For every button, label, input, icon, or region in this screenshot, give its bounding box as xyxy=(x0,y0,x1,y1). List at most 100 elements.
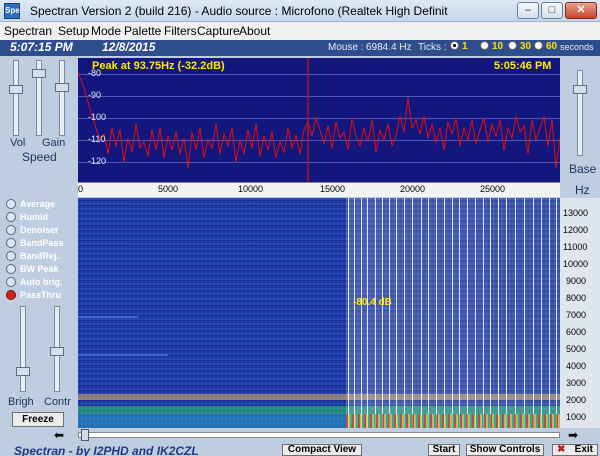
contrast-slider-thumb[interactable] xyxy=(50,347,64,356)
waterfall-freq-label: 5000 xyxy=(566,344,587,354)
radio-icon xyxy=(508,41,517,50)
speed-slider[interactable] xyxy=(55,60,69,136)
speed-slider-thumb[interactable] xyxy=(55,83,69,92)
tick-option-10[interactable]: 10 xyxy=(480,41,503,54)
waterfall-line xyxy=(556,198,557,428)
credits: Spectran - by I2PHD and IK2CZL xyxy=(14,444,199,456)
arrow-right-icon[interactable]: ➡ xyxy=(568,428,578,442)
radio-icon xyxy=(480,41,489,50)
menu-bar: Spectran Setup Mode Palette Filters Capt… xyxy=(0,22,600,40)
menu-setup[interactable]: Setup xyxy=(58,24,89,38)
waterfall-line xyxy=(533,198,534,428)
window-title: Spectran Version 2 (build 216) - Audio s… xyxy=(30,4,448,18)
spectrum-y-label: -110 xyxy=(88,134,106,144)
base-slider-thumb[interactable] xyxy=(573,85,587,94)
seconds-label: seconds xyxy=(560,42,594,52)
minimize-icon[interactable]: – xyxy=(517,2,539,19)
menu-filters[interactable]: Filters xyxy=(164,24,197,38)
option-auto-brig[interactable]: Auto brig. xyxy=(6,277,63,290)
waterfall-freq-label: 4000 xyxy=(566,361,587,371)
hz-label: Hz xyxy=(575,183,590,197)
spectrum-line xyxy=(78,71,560,169)
menu-palette[interactable]: Palette xyxy=(124,24,161,38)
x-axis-label: 15000 xyxy=(320,184,346,194)
radio-icon xyxy=(6,199,16,209)
volume-slider-thumb[interactable] xyxy=(9,85,23,94)
option-bandrej[interactable]: BandRej. xyxy=(6,251,59,264)
title-bar: Spe Spectran Version 2 (build 216) - Aud… xyxy=(0,0,600,22)
waterfall-line xyxy=(428,198,429,428)
option-bw-peak[interactable]: BW Peak xyxy=(6,264,59,277)
radio-icon xyxy=(450,41,459,50)
waterfall-band xyxy=(78,316,138,318)
spectrum-y-label: -120 xyxy=(88,156,107,166)
db-readout: -80.4 dB xyxy=(353,297,392,308)
tick-option-1[interactable]: 1 xyxy=(450,41,468,54)
gain-slider[interactable] xyxy=(32,60,46,136)
start-button[interactable]: Start xyxy=(428,444,460,456)
waterfall-active-region xyxy=(346,198,560,428)
waterfall-line xyxy=(524,198,525,428)
waterfall-freq-label: 8000 xyxy=(566,293,587,303)
menu-about[interactable]: About xyxy=(239,24,270,38)
waterfall-display[interactable] xyxy=(78,198,560,428)
waterfall-line xyxy=(375,198,376,428)
waterfall-line xyxy=(475,198,476,428)
option-humid[interactable]: Humid xyxy=(6,212,48,225)
brightness-slider-thumb[interactable] xyxy=(16,367,30,376)
menu-spectran[interactable]: Spectran xyxy=(4,24,52,38)
option-average[interactable]: Average xyxy=(6,199,55,212)
waterfall-line xyxy=(549,198,550,428)
waterfall-freq-label: 3000 xyxy=(566,378,587,388)
arrow-left-icon[interactable]: ⬅ xyxy=(54,428,64,442)
option-bandpass[interactable]: BandPass xyxy=(6,238,64,251)
waterfall-freq-label: 10000 xyxy=(563,259,589,269)
tick-option-60[interactable]: 60 xyxy=(534,41,557,54)
waterfall-line xyxy=(421,198,422,428)
show-controls-button[interactable]: Show Controls xyxy=(466,444,544,456)
x-axis-label: 0 xyxy=(78,184,84,194)
compact-view-button[interactable]: Compact View xyxy=(282,444,362,456)
freeze-button[interactable]: Freeze xyxy=(12,412,64,427)
x-axis-label: 20000 xyxy=(400,184,426,194)
spectrum-display[interactable] xyxy=(78,58,560,182)
waterfall-line xyxy=(467,198,468,428)
spectrum-trace xyxy=(78,58,560,182)
x-axis-label: 5000 xyxy=(158,184,179,194)
peak-readout: Peak at 93.75Hz (-32.2dB) xyxy=(92,60,225,72)
contrast-slider[interactable] xyxy=(50,306,64,392)
scroll-thumb[interactable] xyxy=(81,429,89,441)
brightness-slider[interactable] xyxy=(16,306,30,392)
spectrum-y-label: -90 xyxy=(88,90,102,100)
exit-icon: ✖ xyxy=(557,444,566,455)
maximize-icon[interactable]: □ xyxy=(541,2,563,19)
spectrum-time: 5:05:46 PM xyxy=(494,60,552,72)
base-slider[interactable] xyxy=(573,70,587,156)
waterfall-line xyxy=(361,198,362,428)
x-axis-label: 25000 xyxy=(480,184,506,194)
menu-capture[interactable]: Capture xyxy=(197,24,240,38)
tick-option-30[interactable]: 30 xyxy=(508,41,531,54)
close-icon[interactable]: ✕ xyxy=(565,2,597,19)
option-denoiser[interactable]: Denoiser xyxy=(6,225,59,238)
waterfall-line xyxy=(498,198,499,428)
radio-icon xyxy=(6,225,16,235)
radio-icon xyxy=(6,290,16,300)
radio-icon xyxy=(534,41,543,50)
waterfall-line xyxy=(541,198,542,428)
waterfall-freq-label: 6000 xyxy=(566,327,587,337)
exit-button[interactable]: ✖ Exit xyxy=(552,444,598,456)
horizontal-scrollbar[interactable] xyxy=(78,429,560,441)
radio-icon xyxy=(6,251,16,261)
waterfall-freq-label: 9000 xyxy=(566,276,587,286)
brigh-label: Brigh xyxy=(8,396,34,408)
gain-slider-thumb[interactable] xyxy=(32,69,46,78)
waterfall-line xyxy=(444,198,445,428)
vol-label: Vol xyxy=(10,137,26,149)
volume-slider[interactable] xyxy=(9,60,23,136)
current-time: 5:07:15 PM xyxy=(10,40,73,54)
menu-mode[interactable]: Mode xyxy=(91,24,121,38)
mouse-frequency: 6984.4 Hz xyxy=(366,42,412,53)
option-passthru[interactable]: PassThru xyxy=(6,290,61,303)
x-axis-label: 10000 xyxy=(238,184,264,194)
